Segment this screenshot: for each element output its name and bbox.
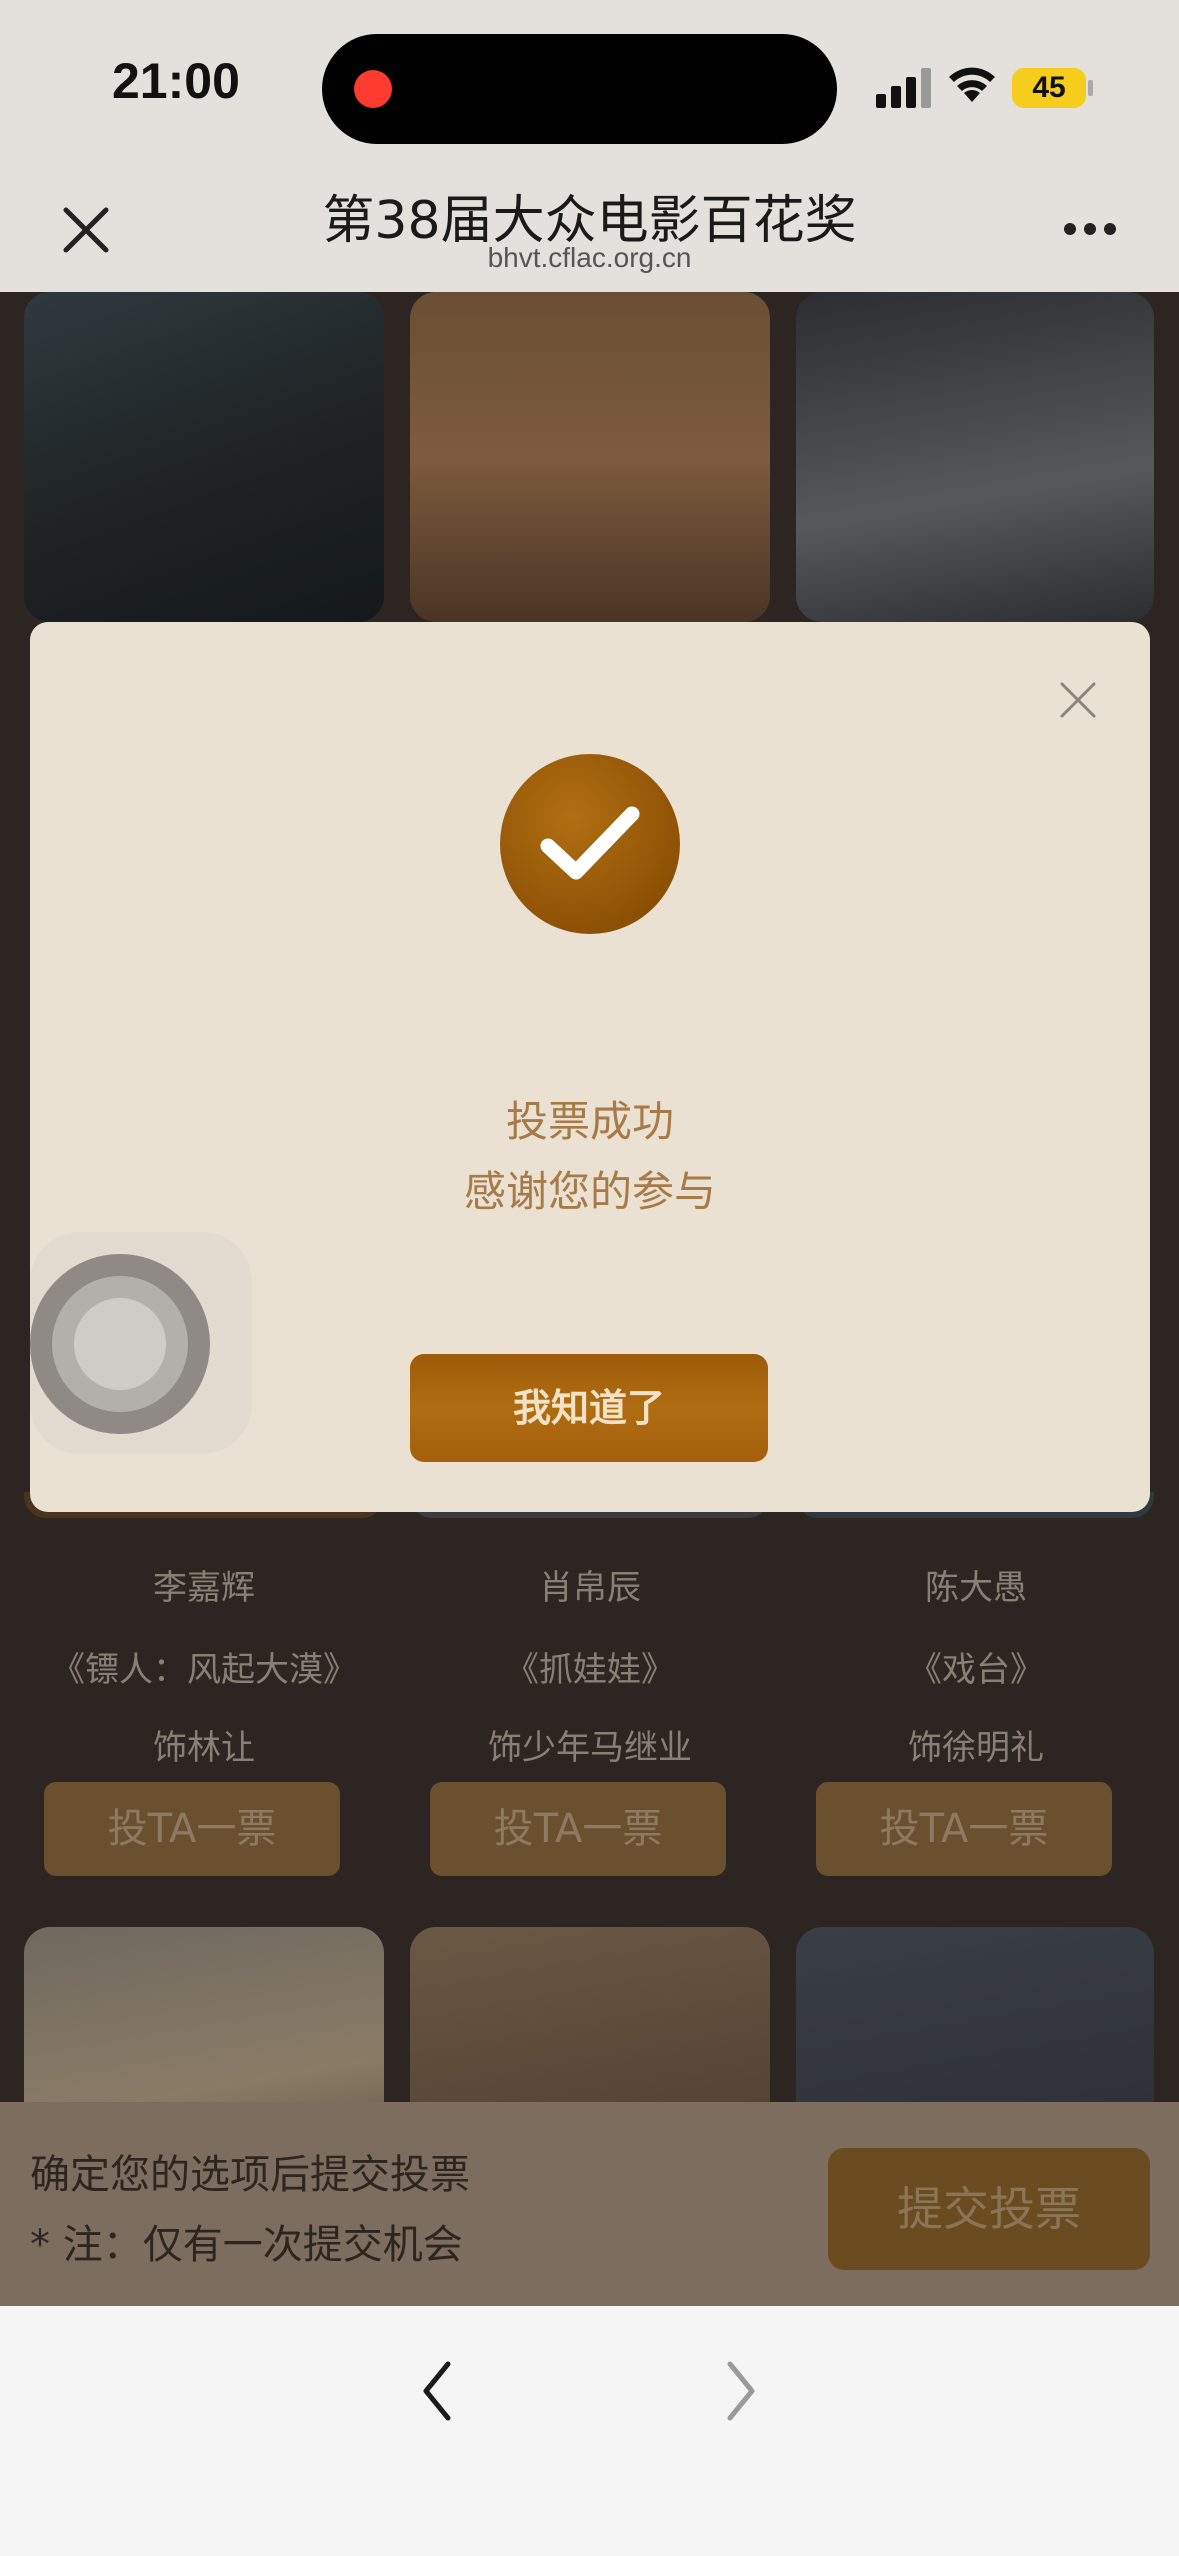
assistive-touch-ring	[52, 1276, 188, 1412]
battery-cap	[1088, 80, 1093, 96]
browser-toolbar	[0, 2306, 1179, 2556]
candidate-photo[interactable]	[24, 292, 384, 622]
back-arrow-icon[interactable]	[418, 2356, 458, 2426]
candidate-photo[interactable]	[796, 292, 1154, 622]
candidate-photo[interactable]	[796, 1927, 1154, 2102]
success-message: 投票成功	[505, 1097, 674, 1146]
candidate-film: 《戏台》	[908, 1650, 1044, 1690]
page-url: bhvt.cflac.org.cn	[487, 242, 692, 273]
submit-vote-button[interactable]: 提交投票	[828, 2148, 1150, 2270]
submit-note: * 注：仅有一次提交机会	[30, 2222, 463, 2268]
cellular-signal-icon	[876, 66, 932, 108]
candidate-film: 《抓娃娃》	[505, 1650, 675, 1690]
candidate-photo[interactable]	[410, 292, 770, 622]
candidate-film: 《镖人：风起大漠》	[51, 1650, 357, 1690]
candidate-role: 饰少年马继业	[488, 1728, 692, 1768]
candidate-name: 肖帛辰	[539, 1568, 641, 1608]
success-check-icon	[500, 754, 680, 934]
submit-instruction: 确定您的选项后提交投票	[30, 2152, 470, 2198]
browser-header: 第38届大众电影百花奖 bhvt.cflac.org.cn	[0, 170, 1179, 292]
assistive-touch-ring	[30, 1254, 210, 1434]
vote-button[interactable]: 投TA一票	[816, 1782, 1112, 1876]
vote-button[interactable]: 投TA一票	[44, 1782, 340, 1876]
recording-indicator	[354, 70, 392, 108]
wifi-icon	[949, 67, 995, 102]
submit-bar: 确定您的选项后提交投票 * 注：仅有一次提交机会 提交投票	[0, 2102, 1179, 2306]
candidate-photo[interactable]	[24, 1927, 384, 2102]
vote-button[interactable]: 投TA一票	[430, 1782, 726, 1876]
candidate-role: 饰林让	[153, 1728, 255, 1768]
forward-arrow-icon[interactable]	[720, 2356, 760, 2426]
candidate-name: 陈大愚	[925, 1568, 1027, 1608]
candidate-photo[interactable]	[410, 1927, 770, 2102]
modal-close-icon[interactable]	[1056, 678, 1100, 722]
more-options-icon[interactable]	[1064, 220, 1124, 239]
status-time: 21:00	[112, 53, 240, 109]
dynamic-island	[322, 34, 837, 144]
confirm-button[interactable]: 我知道了	[410, 1354, 768, 1462]
thanks-message: 感谢您的参与	[463, 1167, 716, 1216]
candidate-role: 饰徐明礼	[908, 1728, 1044, 1768]
assistive-touch-center	[74, 1298, 166, 1390]
candidate-name: 李嘉辉	[153, 1568, 255, 1608]
battery-icon: 45	[1012, 68, 1086, 108]
status-bar: 21:00 45	[0, 0, 1179, 170]
assistive-touch-button[interactable]	[30, 1232, 252, 1454]
